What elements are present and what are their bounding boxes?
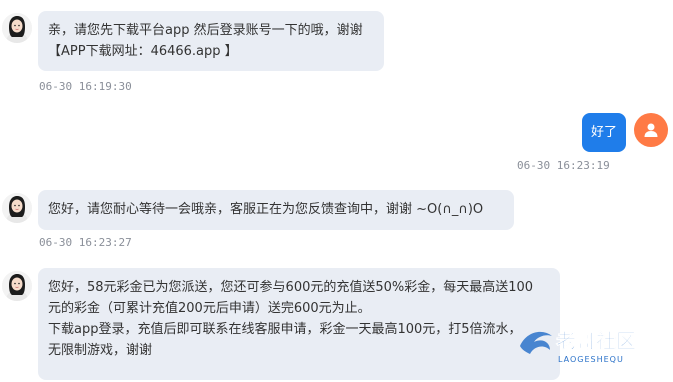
- message-line: 亲，请您先下载平台app 然后登录账号一下的哦，谢谢: [48, 23, 363, 38]
- agent-message-bubble: 您好，请您耐心等待一会哦亲，客服正在为您反馈查询中，谢谢 ~O(∩_∩)O: [38, 190, 514, 230]
- agent-avatar-icon: [2, 13, 32, 43]
- message-line: 【APP下载网址：46466.app 】: [48, 44, 238, 59]
- user-message-bubble: 好了: [582, 113, 626, 152]
- agent-avatar-icon: [2, 271, 32, 301]
- agent-avatar-icon: [2, 193, 32, 223]
- agent-message-bubble: 您好，58元彩金已为您派送，您还可参与600元的充值送50%彩金，每天最高送10…: [38, 268, 560, 380]
- message-timestamp: 06-30 16:23:19: [517, 159, 610, 172]
- message-line: 无限制游戏，谢谢: [48, 343, 153, 358]
- user-icon: [634, 113, 668, 147]
- message-line: 好了: [591, 125, 618, 140]
- message-timestamp: 06-30 16:19:30: [39, 80, 132, 93]
- message-line: 元的彩金（可累计充值200元后申请）送完600元为止。: [48, 301, 371, 316]
- message-line: 您好，请您耐心等待一会哦亲，客服正在为您反馈查询中，谢谢 ~O(∩_∩)O: [48, 202, 484, 217]
- watermark-subtitle: LAOGESHEQU: [558, 355, 624, 364]
- watermark-title: 老哥社区: [556, 329, 636, 353]
- message-line: 下载app登录，充值后即可联系在线客服申请，彩金一天最高100元，打5倍流水，: [48, 322, 522, 337]
- watermark-logo: 老哥社区 LAOGESHEQU: [512, 322, 672, 370]
- message-line: 您好，58元彩金已为您派送，您还可参与600元的充值送50%彩金，每天最高送10…: [48, 280, 534, 295]
- message-timestamp: 06-30 16:23:27: [39, 236, 132, 249]
- agent-message-bubble: 亲，请您先下载平台app 然后登录账号一下的哦，谢谢 【APP下载网址：4646…: [38, 11, 384, 71]
